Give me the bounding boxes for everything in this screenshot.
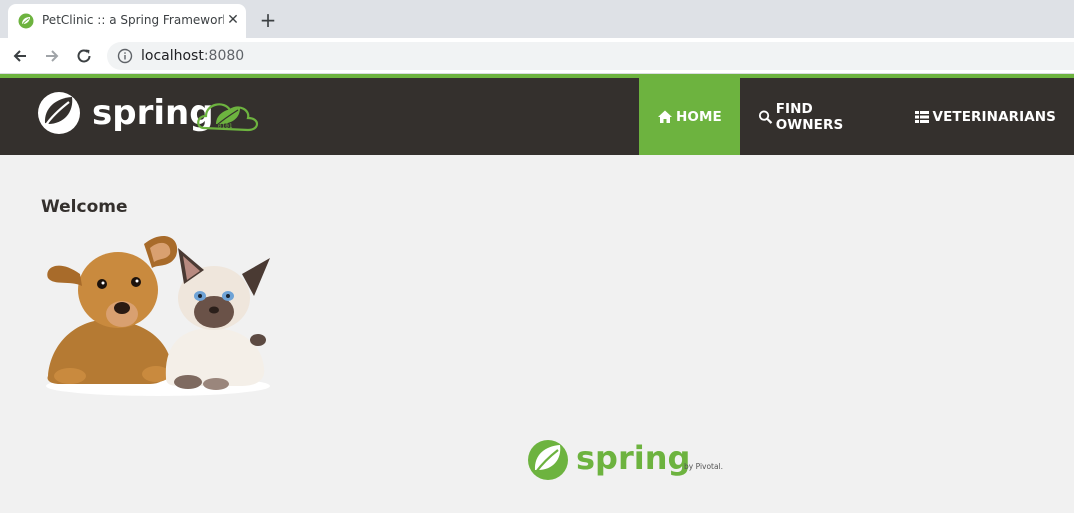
tab-title: PetClinic :: a Spring Framework xyxy=(42,13,224,27)
list-icon xyxy=(914,110,929,123)
reload-button[interactable] xyxy=(72,45,96,67)
footer-by-text: by Pivotal. xyxy=(684,462,723,471)
browser-toolbar: localhost:8080 xyxy=(0,38,1074,74)
home-icon xyxy=(658,110,672,123)
url-host: localhost xyxy=(141,48,204,64)
search-icon xyxy=(758,109,773,124)
spring-favicon-icon xyxy=(18,13,34,29)
spring-by-pivotal-logo: spring by Pivotal. xyxy=(528,439,723,480)
nav-menu: HOME FIND OWNERS VETERINARIANS xyxy=(639,78,1074,155)
pets-image xyxy=(46,235,270,396)
page-title: Welcome xyxy=(41,197,128,217)
footer-wordmark: spring xyxy=(576,439,690,477)
navbar: spring 0101 HOME FIND OWNERS VETERINARIA… xyxy=(0,78,1074,155)
nav-item-find-owners[interactable]: FIND OWNERS xyxy=(740,78,896,155)
reload-icon xyxy=(77,49,91,63)
nav-item-label: HOME xyxy=(676,108,722,125)
brand-wordmark: spring xyxy=(92,93,214,133)
browser-tabstrip: PetClinic :: a Spring Framework ✕ + xyxy=(0,0,1074,38)
back-button[interactable] xyxy=(8,45,32,67)
forward-button[interactable] xyxy=(40,45,64,67)
url-port: :8080 xyxy=(203,48,245,64)
browser-tab[interactable]: PetClinic :: a Spring Framework ✕ xyxy=(8,4,246,38)
spring-brand-logo[interactable]: spring 0101 xyxy=(36,88,266,138)
arrow-right-icon xyxy=(46,50,59,62)
nav-item-home[interactable]: HOME xyxy=(639,78,740,155)
address-bar[interactable]: localhost:8080 xyxy=(107,42,1074,70)
info-icon[interactable] xyxy=(117,48,133,64)
nav-item-veterinarians[interactable]: VETERINARIANS xyxy=(896,78,1074,155)
new-tab-button[interactable]: + xyxy=(257,10,279,32)
nav-item-label: FIND OWNERS xyxy=(775,100,844,133)
close-tab-icon[interactable]: ✕ xyxy=(224,11,242,29)
url-text: localhost:8080 xyxy=(141,48,244,64)
arrow-left-icon xyxy=(13,50,26,62)
svg-text:0101: 0101 xyxy=(218,123,233,130)
nav-item-label: VETERINARIANS xyxy=(932,108,1056,125)
